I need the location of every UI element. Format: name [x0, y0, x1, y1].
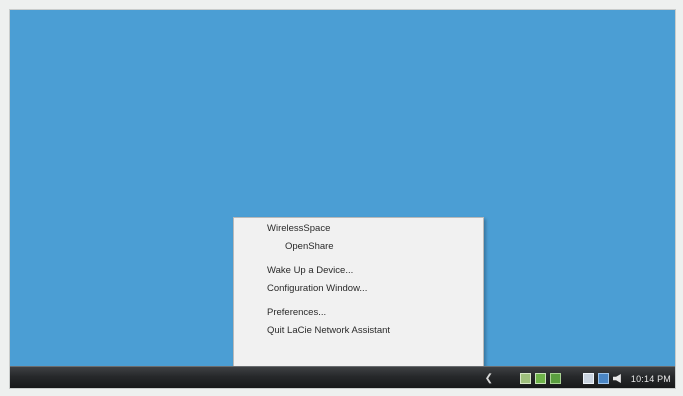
shield-tray-icon[interactable] [534, 373, 546, 384]
system-tray: ❮ 10:14 PM [484, 367, 671, 388]
volume-icon[interactable] [612, 374, 621, 383]
device-tray-icon[interactable] [582, 373, 594, 384]
screen: WirelessSpace OpenShare Wake Up a Device… [9, 9, 676, 389]
menu-item-wirelessspace[interactable]: WirelessSpace [234, 220, 483, 238]
taskbar-clock[interactable]: 10:14 PM [631, 374, 671, 384]
menu-item-openshare[interactable]: OpenShare [234, 238, 483, 256]
menu-item-wake-up-device[interactable]: Wake Up a Device... [234, 262, 483, 280]
menu-item-preferences[interactable]: Preferences... [234, 304, 483, 322]
network-assistant-tray-icon[interactable] [519, 373, 531, 384]
chevron-left-icon[interactable]: ❮ [484, 373, 494, 384]
app-tray-icon[interactable] [549, 373, 561, 384]
network-icon[interactable] [597, 373, 609, 384]
menu-item-configuration-window[interactable]: Configuration Window... [234, 280, 483, 298]
taskbar: ❮ 10:14 PM [10, 366, 675, 388]
menu-item-quit[interactable]: Quit LaCie Network Assistant [234, 322, 483, 340]
tray-context-menu: WirelessSpace OpenShare Wake Up a Device… [233, 217, 484, 377]
